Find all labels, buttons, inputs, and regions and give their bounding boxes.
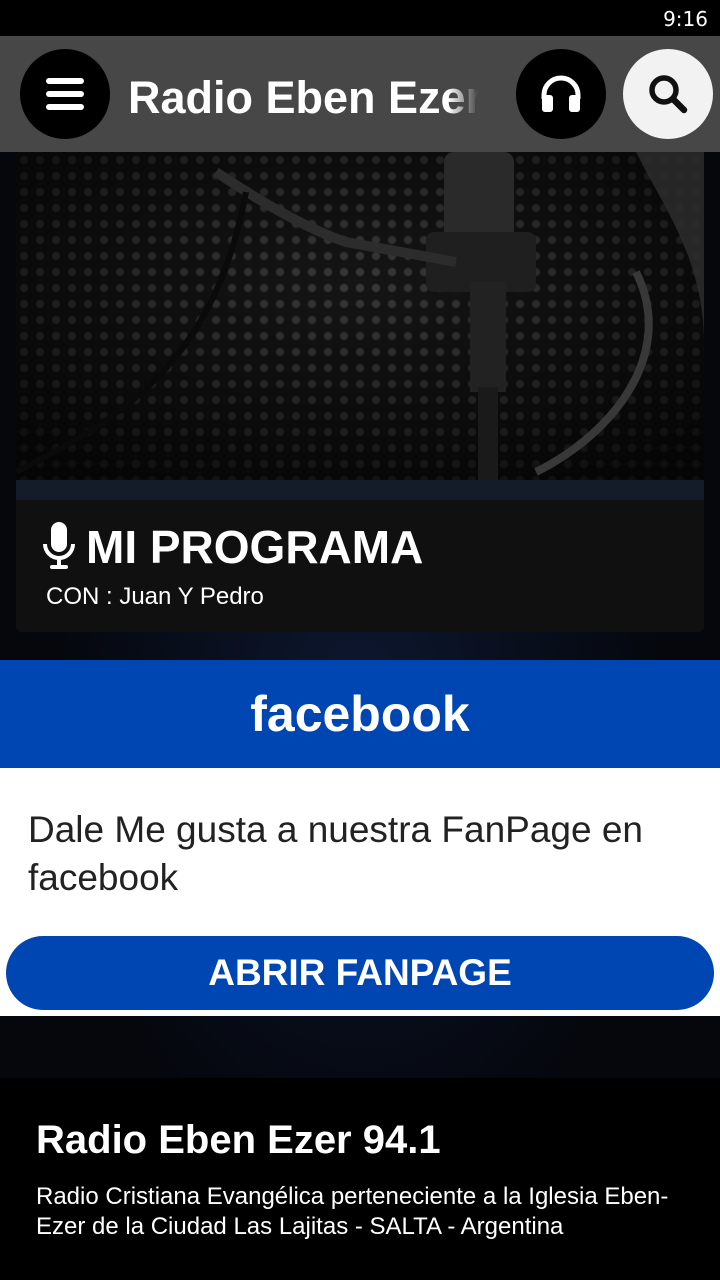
program-host: CON : Juan Y Pedro — [46, 583, 264, 610]
search-icon — [649, 75, 688, 114]
program-info: MI PROGRAMA CON : Juan Y Pedro — [16, 500, 704, 632]
station-footer: Radio Eben Ezer 94.1 Radio Cristiana Eva… — [0, 1078, 720, 1280]
microphone-icon — [43, 522, 75, 569]
title-fade — [448, 68, 478, 128]
status-time: 9:16 — [663, 7, 708, 31]
program-card: MI PROGRAMA CON : Juan Y Pedro — [16, 152, 704, 632]
station-description: Radio Cristiana Evangélica perteneciente… — [36, 1183, 669, 1240]
station-name: Radio Eben Ezer 94.1 — [36, 1118, 441, 1162]
facebook-card: Dale Me gusta a nuestra FanPage en faceb… — [0, 768, 720, 1016]
open-fanpage-label: ABRIR FANPAGE — [208, 952, 512, 993]
menu-button[interactable] — [20, 49, 110, 139]
listen-button[interactable] — [516, 49, 606, 139]
app-title: Radio Eben Ezer — [128, 68, 478, 128]
image-divider — [16, 480, 704, 500]
app-title-text: Radio Eben Ezer — [128, 72, 478, 123]
facebook-header: facebook — [0, 660, 720, 768]
studio-microphone-image — [16, 152, 704, 480]
facebook-prompt: Dale Me gusta a nuestra FanPage en faceb… — [28, 809, 643, 898]
search-button[interactable] — [623, 49, 713, 139]
menu-icon — [46, 78, 84, 110]
headphones-icon — [541, 75, 581, 112]
program-title: MI PROGRAMA — [86, 521, 424, 573]
facebook-header-text: facebook — [250, 686, 470, 742]
open-fanpage-button[interactable]: ABRIR FANPAGE — [6, 936, 714, 1010]
status-bar: 9:16 — [0, 0, 720, 36]
app-toolbar: Radio Eben Ezer — [0, 36, 720, 152]
